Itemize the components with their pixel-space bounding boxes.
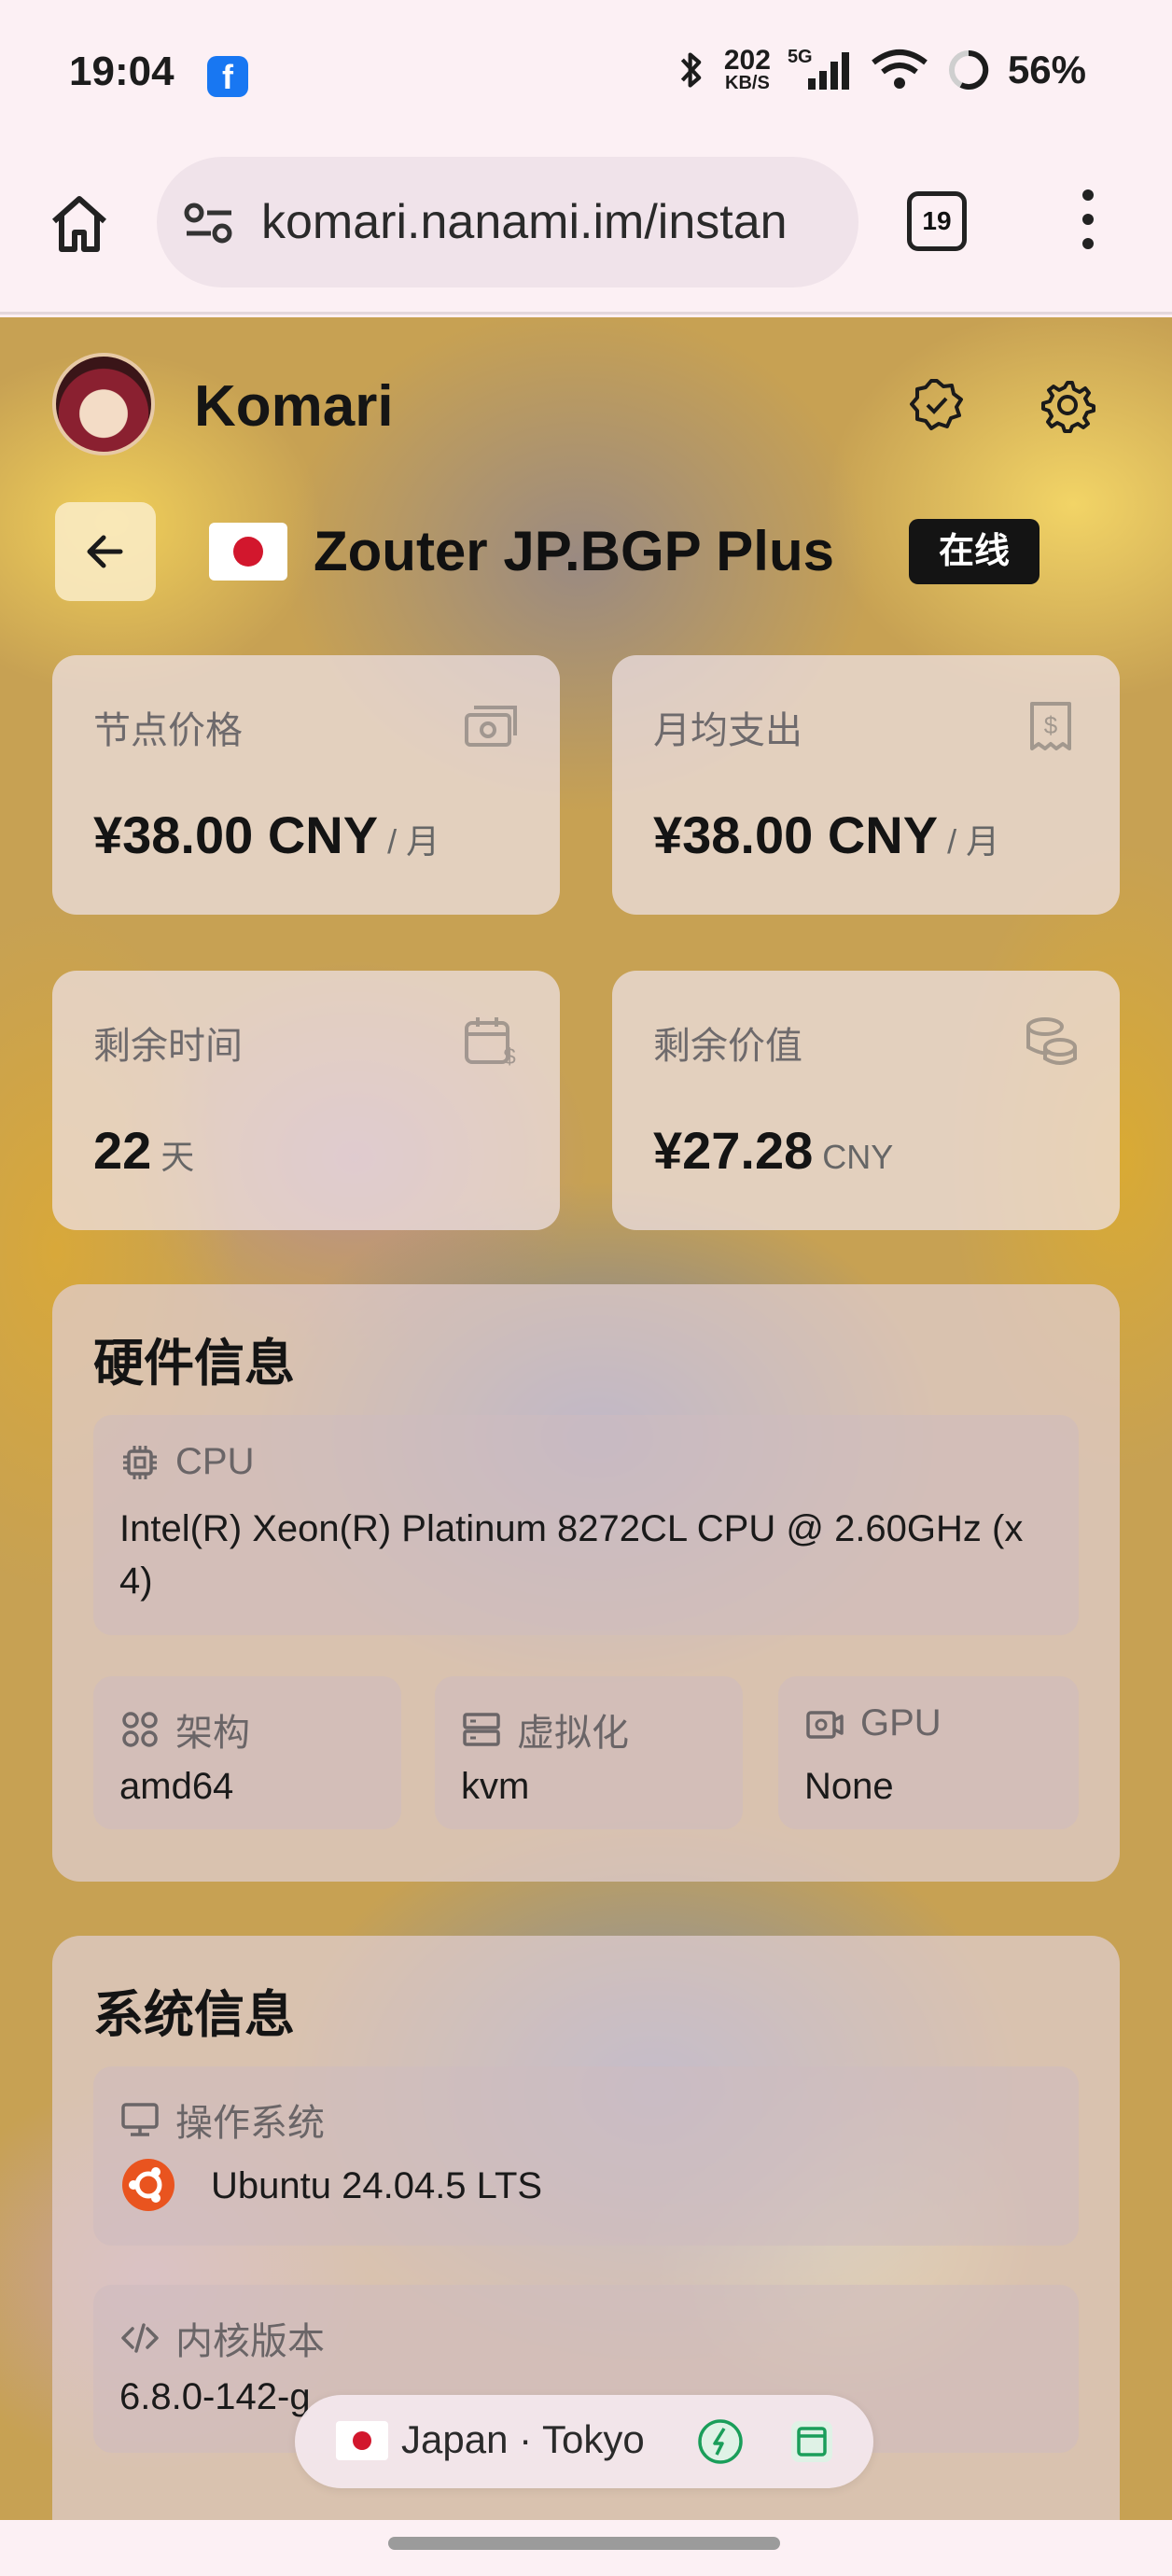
cpu-info: CPU Intel(R) Xeon(R) Platinum 8272CL CPU… [93, 1415, 1079, 1635]
kernel-label-text: 内核版本 [175, 2321, 325, 2362]
hardware-section: 硬件信息 CPU Intel(R) Xeon(R) Platinum 8272C… [52, 1284, 1120, 1882]
monitor-icon [121, 2103, 159, 2136]
url-text[interactable]: komari.nanami.im/instan [261, 194, 840, 250]
location-pill[interactable]: Japan · Tokyo [295, 2395, 873, 2488]
gpu-label-text: GPU [860, 1702, 942, 1743]
gpu-label: GPU [804, 1702, 942, 1744]
remaining-days-unit: 天 [160, 1138, 195, 1176]
card-value: ¥38.00 CNY / 月 [653, 805, 999, 865]
net-speed: 202 KB/S [723, 45, 771, 93]
gpu-info: GPU None [778, 1676, 1079, 1829]
card-label: 节点价格 [93, 710, 243, 751]
os-label-text: 操作系统 [175, 2103, 325, 2144]
kernel-label: 内核版本 [119, 2311, 325, 2365]
kernel-value: 6.8.0-142-g [119, 2376, 311, 2417]
location-text: Japan · Tokyo [401, 2417, 645, 2461]
card-label: 剩余时间 [93, 1026, 243, 1067]
os-info: 操作系统 Ubuntu 24.04.5 LTS [93, 2066, 1079, 2246]
card-node-price: 节点价格 ¥38.00 CNY / 月 [52, 655, 560, 915]
battery-ring-icon [948, 49, 989, 90]
browser-window-icon[interactable] [788, 2417, 836, 2466]
status-bar: 19:04 f 202 KB/S 5G 56% [0, 0, 1172, 154]
card-label: 剩余价值 [653, 1026, 802, 1067]
avatar[interactable] [52, 353, 155, 455]
arch-info: 架构 amd64 [93, 1676, 401, 1829]
monthly-unit: / 月 [947, 822, 1000, 861]
browser-toolbar: komari.nanami.im/instan 19 [0, 154, 1172, 315]
wifi-icon [872, 49, 928, 89]
cash-icon [465, 706, 517, 747]
receipt-icon: $ [1030, 702, 1071, 750]
virt-value: kvm [461, 1766, 530, 1807]
system-nav-bar [0, 2520, 1172, 2576]
gear-icon[interactable] [1039, 377, 1095, 433]
card-value: ¥27.28 CNY [653, 1120, 893, 1181]
gpu-value: None [804, 1766, 894, 1807]
facebook-notification-icon: f [207, 56, 248, 97]
server-icon [463, 1713, 500, 1746]
bluetooth-icon [680, 52, 702, 88]
svg-text:$: $ [503, 1044, 515, 1068]
status-time: 19:04 [69, 49, 174, 94]
status-badge: 在线 [909, 519, 1039, 584]
card-label: 月均支出 [653, 710, 802, 751]
battery-percent: 56% [1007, 48, 1086, 91]
ubuntu-logo-icon [122, 2159, 174, 2211]
monthly-value: ¥38.00 CNY [653, 805, 939, 864]
price-unit: / 月 [387, 822, 440, 861]
site-header: Komari [52, 353, 1125, 455]
cell-signal-icon: 5G [788, 47, 853, 93]
site-settings-icon[interactable] [183, 200, 235, 246]
arrow-left-icon [87, 535, 123, 568]
home-gesture-handle[interactable] [388, 2537, 780, 2550]
net-speed-value: 202 [723, 45, 771, 76]
status-icons: 202 KB/S 5G 56% [676, 47, 1086, 93]
virt-info: 虚拟化 kvm [435, 1676, 743, 1829]
home-icon[interactable] [47, 191, 112, 257]
calendar-dollar-icon: $ [465, 1017, 516, 1068]
card-remaining-time: 剩余时间 $ 22 天 [52, 971, 560, 1230]
browser-menu-button[interactable] [1078, 189, 1098, 255]
card-remaining-value: 剩余价值 ¥27.28 CNY [612, 971, 1120, 1230]
arch-label-text: 架构 [175, 1713, 250, 1754]
cpu-icon [123, 1445, 157, 1479]
virt-label: 虚拟化 [461, 1702, 629, 1757]
brand-name[interactable]: Komari [194, 373, 394, 440]
cpu-value: Intel(R) Xeon(R) Platinum 8272CL CPU @ 2… [119, 1508, 1024, 1602]
node-title-row: Zouter JP.BGP Plus 在线 [52, 502, 1125, 605]
japan-flag-icon [336, 2421, 388, 2460]
price-value: ¥38.00 CNY [93, 805, 379, 864]
address-bar[interactable]: komari.nanami.im/instan [157, 157, 858, 287]
svg-text:$: $ [1044, 711, 1058, 739]
japan-flag-icon [209, 523, 287, 581]
section-title: 系统信息 [93, 1987, 295, 2043]
page-content: Komari Zouter JP.BGP Plus 在线 节点价格 ¥38.00… [0, 317, 1172, 2520]
net-speed-unit: KB/S [725, 73, 770, 93]
arch-value: amd64 [119, 1766, 234, 1807]
os-label: 操作系统 [119, 2093, 325, 2147]
grid-dots-icon [122, 1712, 158, 1747]
page-title: Zouter JP.BGP Plus [314, 520, 834, 582]
remaining-days: 22 [93, 1121, 152, 1180]
verified-badge-icon[interactable] [909, 377, 965, 433]
tab-switcher-button[interactable]: 19 [907, 191, 967, 251]
code-icon [121, 2323, 159, 2353]
card-monthly-cost: 月均支出 $ ¥38.00 CNY / 月 [612, 655, 1120, 915]
remaining-value-unit: CNY [822, 1138, 894, 1176]
back-button[interactable] [55, 502, 156, 601]
card-value: 22 天 [93, 1120, 194, 1181]
cpu-label: CPU [119, 1441, 254, 1483]
section-title: 硬件信息 [93, 1336, 295, 1392]
gpu-icon [806, 1710, 844, 1739]
arch-label: 架构 [119, 1702, 250, 1757]
virt-label-text: 虚拟化 [517, 1713, 629, 1754]
cpu-label-text: CPU [175, 1441, 255, 1482]
remaining-value: ¥27.28 [653, 1121, 814, 1180]
os-value: Ubuntu 24.04.5 LTS [211, 2165, 543, 2206]
card-value: ¥38.00 CNY / 月 [93, 805, 440, 865]
speedometer-icon[interactable] [696, 2417, 745, 2466]
coins-icon [1026, 1017, 1077, 1065]
